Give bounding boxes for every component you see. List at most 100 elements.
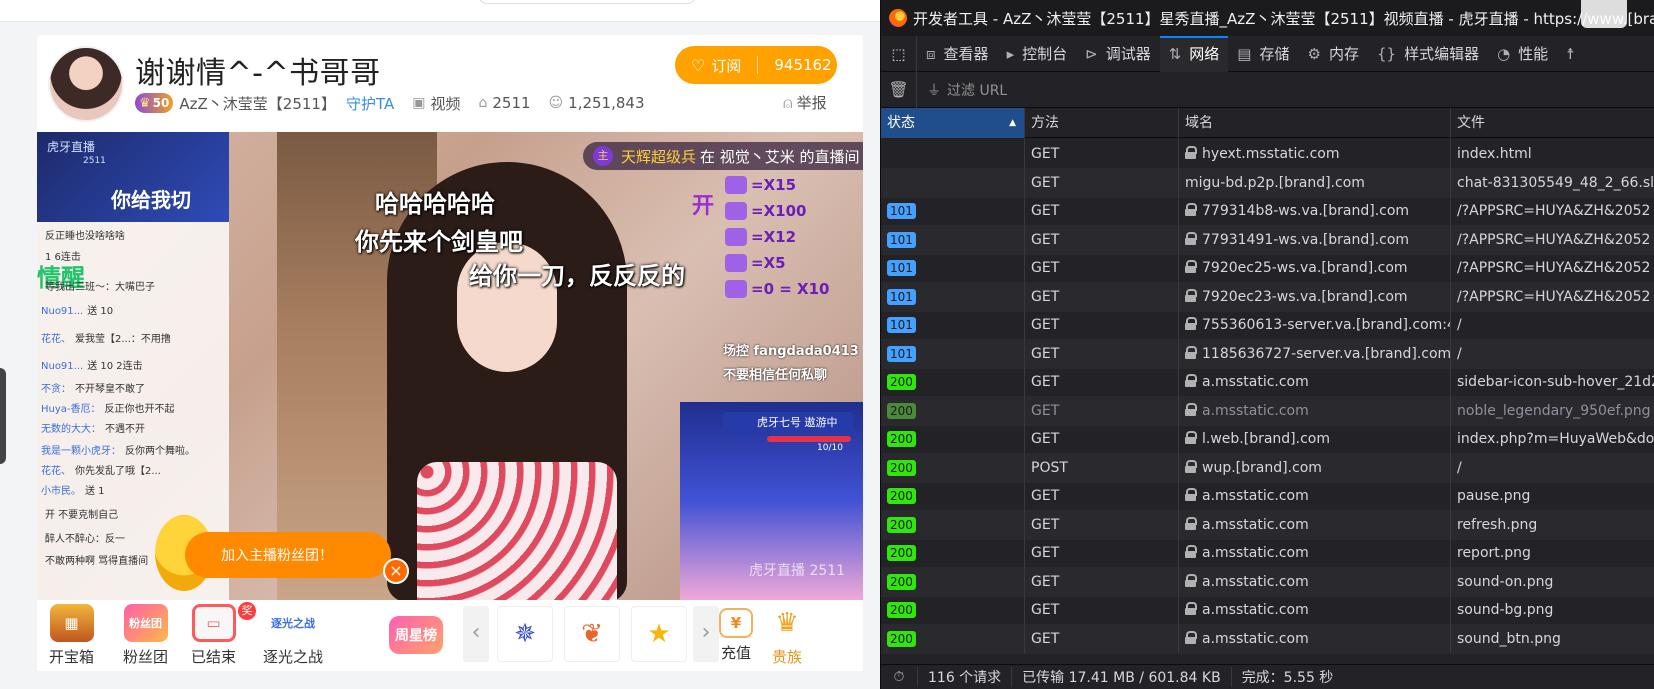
gift-slot-3[interactable]: ★ <box>631 606 687 662</box>
request-domain-cell: a.msstatic.com <box>1179 538 1451 568</box>
request-row[interactable]: 101 GET 7920ec23-ws.va.[brand].com /?APPSRC… <box>881 281 1654 312</box>
filter-url-input[interactable]: 过滤 URL <box>947 80 1007 100</box>
request-file: / <box>1457 345 1462 362</box>
request-row[interactable]: 200 GET a.msstatic.com refresh.png <box>881 509 1654 540</box>
gift-scroll-left-icon[interactable]: ‹ <box>463 606 489 662</box>
request-row[interactable]: 101 GET 77931491-ws.va.[brand].com /?APPSRC… <box>881 224 1654 255</box>
fan-bubble-close-icon[interactable]: × <box>383 558 409 584</box>
chat-line: 1 6连击 <box>41 248 227 263</box>
performance-icon: ◔ <box>1497 44 1511 63</box>
tv-icon: ▭ <box>191 604 236 642</box>
request-domain-cell: 7920ec23-ws.va.[brand].com <box>1179 281 1451 312</box>
request-row[interactable]: 200 GET a.msstatic.com pause.png <box>881 481 1654 511</box>
element-picker-icon[interactable]: ⬚ <box>881 35 917 72</box>
tab-storage[interactable]: ▤ 存储 <box>1228 36 1298 72</box>
gift-slot-1[interactable]: ✵ <box>497 606 553 662</box>
column-status[interactable]: 状态 ▲ <box>881 108 1025 138</box>
lock-icon <box>1185 231 1197 245</box>
tab-inspector[interactable]: ⧈ 查看器 <box>917 36 998 72</box>
recharge-button[interactable]: ¥ 充值 <box>719 604 753 663</box>
request-row[interactable]: GET hyext.msstatic.com index.html <box>881 139 1654 169</box>
gift-rule-text: =X15 <box>751 176 797 194</box>
request-row[interactable]: 101 GET 1185636727-server.va.[brand].com:4… <box>881 338 1654 369</box>
tab-style-editor[interactable]: {} 样式编辑器 <box>1368 36 1488 72</box>
column-file[interactable]: 文件 <box>1451 108 1654 138</box>
chat-line-user: 不贪： <box>41 384 71 395</box>
tab-memory[interactable]: ⚙ 内存 <box>1299 36 1368 72</box>
tab-performance[interactable]: ◔ 性能 <box>1488 36 1557 72</box>
request-row[interactable]: 200 GET a.msstatic.com sidebar-icon-sub-hov… <box>881 367 1654 397</box>
request-method: GET <box>1025 595 1179 625</box>
tab-debugger[interactable]: ⊳ 调试器 <box>1076 36 1160 72</box>
lock-icon <box>1185 345 1197 359</box>
request-row[interactable]: 101 GET 755360613-server.va.[brand].com:44… <box>881 310 1654 340</box>
gift-rule-text: =X12 <box>751 228 797 246</box>
chat-line: 花花、 你先发乱了哦【2... <box>41 462 227 477</box>
tab-console[interactable]: ▸ 控制台 <box>998 36 1077 72</box>
fan-club-button[interactable]: 粉丝团 粉丝团 <box>123 604 168 667</box>
request-domain: a.msstatic.com <box>1202 545 1309 561</box>
star-badge-gift-icon: ✵ <box>514 619 536 649</box>
anchor-avatar[interactable] <box>48 46 124 122</box>
gift-scroll-right-icon[interactable]: › <box>693 606 719 662</box>
chase-light-icon: 逐光之战 <box>271 604 315 642</box>
overlay-kai: 开 <box>692 194 715 219</box>
request-domain: a.msstatic.com <box>1202 402 1309 419</box>
request-method: GET <box>1025 139 1179 169</box>
gift-rule-row: =X15 <box>725 172 863 198</box>
request-file: sound-bg.png <box>1457 602 1554 618</box>
tab-label: 内存 <box>1328 45 1359 63</box>
request-domain: a.msstatic.com <box>1202 602 1309 618</box>
request-row[interactable]: 200 GET a.msstatic.com report.png <box>881 538 1654 568</box>
lock-icon <box>1185 545 1197 558</box>
gift-slot-2[interactable]: ❦ <box>564 606 620 662</box>
request-status-cell: 101 <box>881 224 1025 255</box>
request-row[interactable]: 200 POST wup.[brand].com / <box>881 452 1654 483</box>
subscribe-button[interactable]: ♡ 订阅 945162 <box>675 46 837 84</box>
request-row[interactable]: 200 GET a.msstatic.com noble_legendary_950e… <box>881 395 1654 426</box>
gift-rule-row: =X100 <box>725 198 863 224</box>
status-badge: 200 <box>887 431 916 447</box>
chat-line: Nuo91... 送 10 <box>41 302 227 317</box>
request-file: sound-on.png <box>1457 573 1554 590</box>
chase-light-button[interactable]: 逐光之战 逐光之战 <box>263 604 323 667</box>
fan-club-bubble[interactable]: 加入主播粉丝团！ <box>185 532 391 578</box>
request-row[interactable]: 200 GET a.msstatic.com sound_btn.png <box>881 623 1654 654</box>
weekstar-button[interactable]: 周星榜 <box>389 616 443 654</box>
status-badge: 200 <box>887 488 916 504</box>
accessibility-icon[interactable]: ☨ <box>1557 36 1591 72</box>
treasure-box-button[interactable]: ▦ 开宝箱 <box>49 604 94 667</box>
anchor-name[interactable]: AzZ丶沐莹莹【2511】 <box>179 93 336 114</box>
request-status-cell: 200 <box>881 452 1025 483</box>
video-link[interactable]: ▣ 视频 <box>412 93 460 114</box>
chat-line-text: 反正你也开不起 <box>104 404 175 415</box>
request-row[interactable]: GET migu-bd.p2p.[brand].com chat-831305549… <box>881 167 1654 198</box>
request-status-cell: 101 <box>881 338 1025 369</box>
noble-button[interactable]: ♛ 贵族 <box>765 604 809 667</box>
request-domain: a.msstatic.com <box>1202 630 1309 647</box>
guard-link[interactable]: 守护TA <box>346 93 394 114</box>
request-status-cell: 101 <box>881 310 1025 340</box>
request-status-cell: 101 <box>881 253 1025 283</box>
lock-icon <box>1185 374 1197 387</box>
request-row[interactable]: 200 GET a.msstatic.com sound-bg.png <box>881 595 1654 625</box>
side-handle[interactable] <box>0 368 6 464</box>
search-box-edge[interactable] <box>478 0 696 4</box>
column-domain[interactable]: 域名 <box>1179 108 1451 138</box>
request-row[interactable]: 200 GET l.web.[brand].com index.php?m=HuyaW… <box>881 424 1654 454</box>
report-button[interactable]: ⍝ 举报 <box>783 92 827 113</box>
column-method[interactable]: 方法 <box>1025 108 1179 138</box>
request-domain: a.msstatic.com <box>1202 516 1309 533</box>
tab-network[interactable]: ⇅ 网络 <box>1159 35 1229 72</box>
filter-icon: ⏚ <box>927 82 941 99</box>
tab-label: 调试器 <box>1105 45 1151 63</box>
ended-button[interactable]: ▭ 已结束 <box>191 604 236 667</box>
ticker-text: 在 视觉丶艾米 的直播间 <box>700 147 860 166</box>
request-row[interactable]: 101 GET 779314b8-ws.va.[brand].com /?APPSRC… <box>881 196 1654 226</box>
request-row[interactable]: 101 GET 7920ec25-ws.va.[brand].com /?APPSRC… <box>881 253 1654 283</box>
request-row[interactable]: 200 GET a.msstatic.com sound-on.png <box>881 566 1654 597</box>
transferred-size: 已传输 17.41 MB / 601.84 KB <box>1011 667 1231 687</box>
clear-requests-icon[interactable]: 🗑 <box>881 71 917 108</box>
request-method: GET <box>1025 509 1179 540</box>
request-file: index.html <box>1457 146 1532 162</box>
